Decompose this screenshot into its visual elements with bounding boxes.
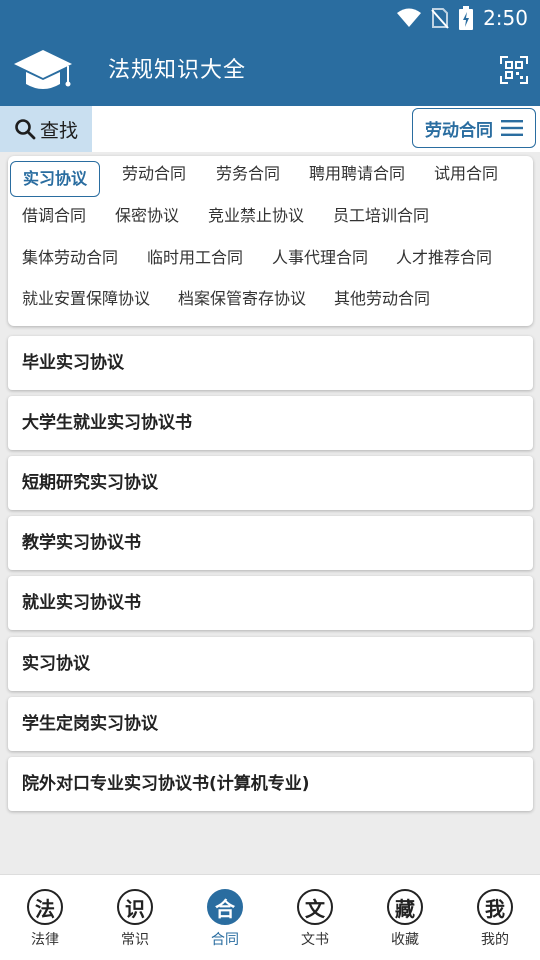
- menu-icon: [501, 120, 523, 136]
- graduation-cap-icon: [14, 50, 72, 89]
- tag-item[interactable]: 保密协议: [103, 198, 191, 234]
- search-icon: [15, 119, 36, 140]
- document-list-item[interactable]: 院外对口专业实习协议书(计算机专业): [8, 757, 533, 811]
- profile-icon: 我: [477, 889, 513, 925]
- nav-tab-knowledge[interactable]: 识 常识: [90, 875, 180, 960]
- nav-label: 我的: [481, 932, 509, 948]
- search-button[interactable]: 查找: [0, 106, 92, 152]
- category-tags-panel: 实习协议 劳动合同 劳务合同 聘用聘请合同 试用合同 借调合同 保密协议 竞业禁…: [8, 156, 533, 326]
- document-list-item[interactable]: 毕业实习协议: [8, 336, 533, 390]
- app-bar: 法规知识大全: [0, 36, 540, 106]
- nav-label: 常识: [121, 932, 149, 948]
- status-icons: 2:50: [397, 4, 528, 32]
- document-list-item[interactable]: 学生定岗实习协议: [8, 697, 533, 751]
- wifi-icon: [397, 8, 422, 27]
- document-list-item[interactable]: 短期研究实习协议: [8, 456, 533, 510]
- nav-label: 合同: [211, 932, 239, 948]
- search-label: 查找: [39, 119, 78, 142]
- nav-tab-documents[interactable]: 文 文书: [270, 875, 360, 960]
- favorites-icon: 藏: [387, 889, 423, 925]
- nav-label: 收藏: [391, 932, 419, 948]
- tag-item[interactable]: 集体劳动合同: [10, 240, 130, 276]
- category-button[interactable]: 劳动合同: [412, 108, 536, 148]
- law-icon: 法: [27, 889, 63, 925]
- tag-item[interactable]: 试用合同: [422, 156, 510, 192]
- status-time: 2:50: [483, 6, 528, 30]
- app-title: 法规知识大全: [108, 58, 247, 83]
- tag-item[interactable]: 临时用工合同: [135, 240, 255, 276]
- tag-item[interactable]: 劳动合同: [110, 156, 198, 192]
- tag-item[interactable]: 劳务合同: [204, 156, 292, 192]
- document-list-item[interactable]: 实习协议: [8, 637, 533, 691]
- documents-icon: 文: [297, 889, 333, 925]
- tag-item[interactable]: 人事代理合同: [260, 240, 380, 276]
- tag-item[interactable]: 其他劳动合同: [322, 281, 442, 317]
- tag-item[interactable]: 竞业禁止协议: [196, 198, 316, 234]
- contract-icon: 合: [207, 889, 243, 925]
- nav-tab-contract[interactable]: 合 合同: [180, 875, 270, 960]
- status-bar: 2:50: [0, 0, 540, 36]
- nav-tab-law[interactable]: 法 法律: [0, 875, 90, 960]
- nav-label: 文书: [301, 932, 329, 948]
- tag-item[interactable]: 员工培训合同: [321, 198, 441, 234]
- document-list-item[interactable]: 教学实习协议书: [8, 516, 533, 570]
- tag-item[interactable]: 借调合同: [10, 198, 98, 234]
- tag-item[interactable]: 就业安置保障协议: [10, 281, 162, 317]
- nav-label: 法律: [31, 932, 59, 948]
- search-row: 查找 劳动合同: [0, 106, 540, 152]
- tag-item[interactable]: 实习协议: [10, 161, 101, 197]
- document-list-item[interactable]: 大学生就业实习协议书: [8, 396, 533, 450]
- tag-item[interactable]: 人才推荐合同: [384, 240, 504, 276]
- qr-scan-icon[interactable]: [500, 56, 528, 84]
- battery-charging-icon: [459, 6, 474, 30]
- category-label: 劳动合同: [425, 120, 493, 141]
- bottom-navigation: 法 法律 识 常识 合 合同 文 文书 藏 收藏 我 我的: [0, 874, 540, 960]
- no-sim-icon: [431, 8, 449, 29]
- tag-item[interactable]: 聘用聘请合同: [297, 156, 417, 192]
- nav-tab-mine[interactable]: 我 我的: [450, 875, 540, 960]
- nav-tab-favorites[interactable]: 藏 收藏: [360, 875, 450, 960]
- tag-item[interactable]: 档案保管寄存协议: [166, 281, 318, 317]
- knowledge-icon: 识: [117, 889, 153, 925]
- document-list-item[interactable]: 就业实习协议书: [8, 576, 533, 630]
